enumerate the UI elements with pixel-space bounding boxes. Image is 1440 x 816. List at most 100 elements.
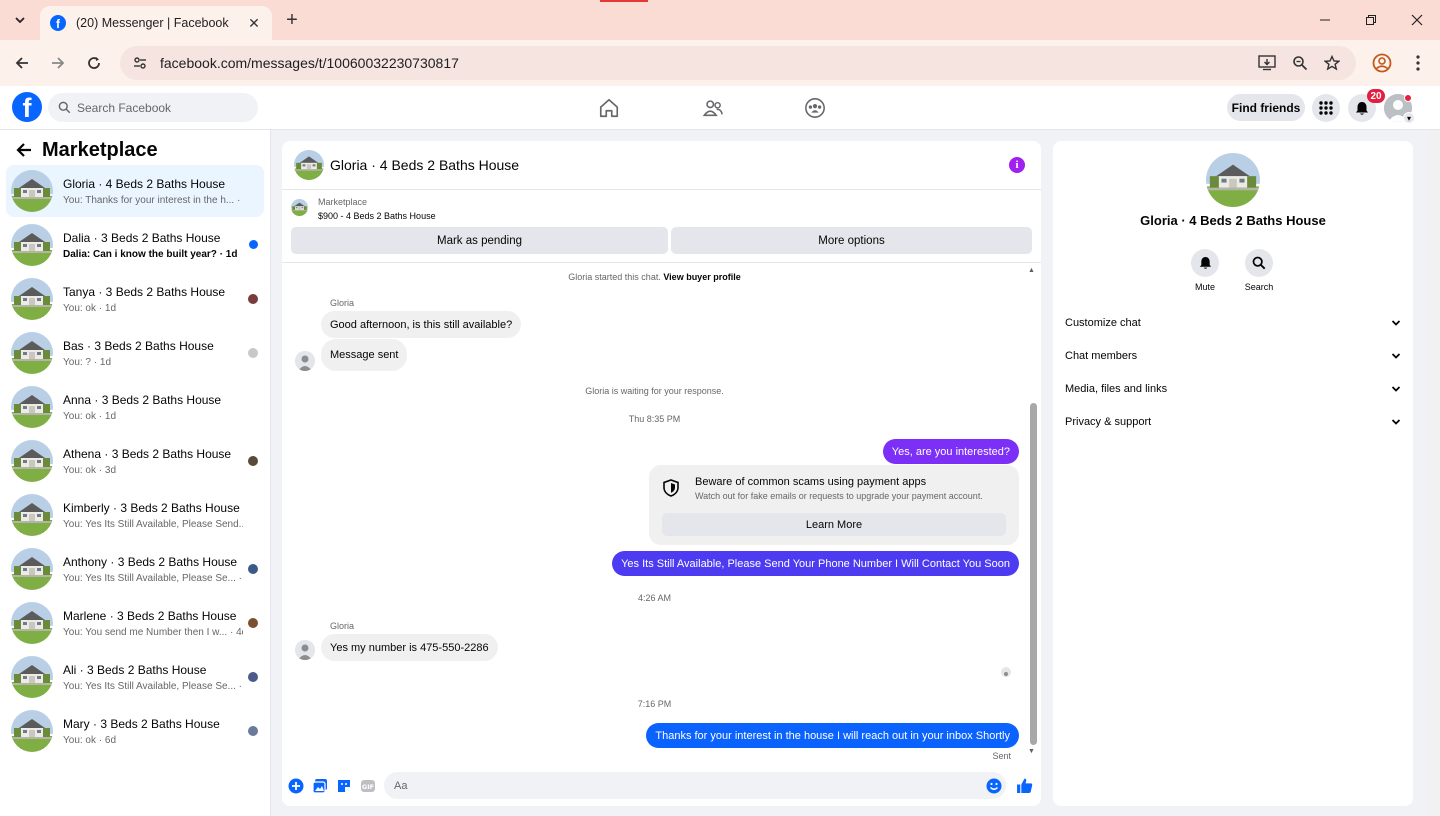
default-avatar-icon bbox=[295, 351, 315, 371]
add-actions-icon[interactable] bbox=[287, 777, 305, 795]
page-scrollbar[interactable] bbox=[1428, 130, 1440, 816]
close-icon[interactable]: ✕ bbox=[246, 15, 262, 31]
friends-nav-button[interactable] bbox=[699, 94, 727, 122]
info-icon[interactable]: i bbox=[1009, 157, 1025, 173]
install-app-icon[interactable] bbox=[1257, 53, 1277, 73]
new-tab-button[interactable]: + bbox=[282, 9, 302, 31]
outgoing-message[interactable]: Yes, are you interested? bbox=[882, 439, 1019, 464]
message-input[interactable] bbox=[384, 772, 1006, 799]
incoming-message[interactable]: Yes my number is 475-550-2286 bbox=[321, 634, 498, 661]
conversation-item[interactable]: Kimberly · 3 Beds 2 Baths House You: Yes … bbox=[6, 489, 264, 541]
conversation-item[interactable]: Gloria · 4 Beds 2 Baths House You: Thanks… bbox=[6, 165, 264, 217]
incoming-message[interactable]: Message sent bbox=[321, 339, 408, 371]
sidebar-header: Marketplace bbox=[12, 138, 158, 162]
conversation-avatar[interactable] bbox=[11, 710, 53, 752]
conversation-item[interactable]: Bas · 3 Beds 2 Baths House You: ? · 1d bbox=[6, 327, 264, 379]
groups-nav-button[interactable] bbox=[801, 94, 829, 122]
listing-thumbnail[interactable] bbox=[291, 199, 308, 216]
profile-avatar[interactable] bbox=[1206, 153, 1260, 207]
outgoing-message[interactable]: Yes Its Still Available, Please Send You… bbox=[612, 551, 1019, 576]
window-close-button[interactable] bbox=[1405, 8, 1429, 32]
conversation-avatar[interactable] bbox=[11, 386, 53, 428]
conversation-avatar[interactable] bbox=[11, 224, 53, 266]
url-text[interactable]: facebook.com/messages/t/1006003223073081… bbox=[160, 55, 459, 71]
scroll-up-arrow-icon[interactable]: ▲ bbox=[1028, 267, 1035, 274]
conversation-avatar[interactable] bbox=[11, 440, 53, 482]
chevron-down-icon[interactable]: ▾ bbox=[1403, 112, 1415, 124]
sticker-icon[interactable] bbox=[335, 777, 353, 795]
facebook-search[interactable] bbox=[48, 93, 258, 122]
gif-icon[interactable]: GIF bbox=[359, 777, 377, 795]
house-photo-icon bbox=[11, 224, 53, 266]
view-buyer-profile-link[interactable]: View buyer profile bbox=[663, 272, 740, 282]
restore-icon bbox=[1366, 15, 1376, 25]
forward-button[interactable] bbox=[45, 50, 71, 76]
browser-menu-button[interactable] bbox=[1406, 51, 1430, 75]
browser-profile-button[interactable] bbox=[1370, 51, 1394, 75]
conversation-preview: You: Yes Its Still Available, Please Sen… bbox=[63, 518, 243, 530]
conversation-item[interactable]: Athena · 3 Beds 2 Baths House You: ok · 3… bbox=[6, 435, 264, 487]
conversation-item[interactable]: Ali · 3 Beds 2 Baths House You: Yes Its S… bbox=[6, 651, 264, 703]
mute-label: Mute bbox=[1194, 282, 1215, 292]
tab-search-button[interactable] bbox=[7, 8, 33, 32]
menu-button[interactable] bbox=[1312, 94, 1340, 122]
chat-members-row[interactable]: Chat members bbox=[1065, 344, 1401, 368]
conversation-avatar[interactable] bbox=[11, 656, 53, 698]
home-nav-button[interactable] bbox=[595, 94, 623, 122]
learn-more-button[interactable]: Learn More bbox=[662, 513, 1006, 536]
bell-icon bbox=[1356, 101, 1368, 115]
customize-chat-row[interactable]: Customize chat bbox=[1065, 311, 1401, 335]
search-action[interactable]: Search bbox=[1239, 249, 1279, 292]
mark-as-pending-button[interactable]: Mark as pending bbox=[291, 227, 668, 254]
media-files-links-row[interactable]: Media, files and links bbox=[1065, 377, 1401, 401]
find-friends-button[interactable]: Find friends bbox=[1227, 94, 1305, 121]
conversation-item[interactable]: Marlene · 3 Beds 2 Baths House You: You s… bbox=[6, 597, 264, 649]
chat-title[interactable]: Gloria · 4 Beds 2 Baths House bbox=[330, 157, 519, 173]
profile-name: Gloria · 4 Beds 2 Baths House bbox=[1140, 213, 1326, 228]
seen-avatar bbox=[248, 726, 258, 736]
search-in-chat-button[interactable] bbox=[1245, 249, 1273, 277]
conversation-preview: You: ? · 1d bbox=[63, 356, 112, 368]
conversation-avatar[interactable] bbox=[11, 494, 53, 536]
default-avatar-icon bbox=[1001, 670, 1011, 677]
attach-photo-icon[interactable] bbox=[311, 777, 329, 795]
more-options-button[interactable]: More options bbox=[671, 227, 1032, 254]
minimize-button[interactable] bbox=[1313, 8, 1337, 32]
facebook-logo-icon[interactable]: f bbox=[12, 92, 42, 122]
reload-button[interactable] bbox=[81, 50, 107, 76]
house-photo-icon bbox=[11, 386, 53, 428]
search-input[interactable] bbox=[77, 100, 247, 115]
restore-button[interactable] bbox=[1359, 8, 1383, 32]
conversation-avatar[interactable] bbox=[11, 602, 53, 644]
conversation-avatar[interactable] bbox=[11, 278, 53, 320]
scroll-down-arrow-icon[interactable]: ▼ bbox=[1028, 748, 1035, 755]
conversation-item[interactable]: Anna · 3 Beds 2 Baths House You: ok · 1d bbox=[6, 381, 264, 433]
back-button[interactable] bbox=[9, 50, 35, 76]
conversation-item[interactable]: Anthony · 3 Beds 2 Baths House You: Yes I… bbox=[6, 543, 264, 595]
bookmark-star-icon[interactable] bbox=[1322, 53, 1342, 73]
like-thumbs-up-icon[interactable] bbox=[1015, 776, 1033, 794]
browser-tab-active[interactable]: f (20) Messenger | Facebook ✕ bbox=[40, 6, 272, 40]
outgoing-message[interactable]: Thanks for your interest in the house I … bbox=[646, 723, 1019, 748]
conversation-item[interactable]: Tanya · 3 Beds 2 Baths House You: ok · 1d bbox=[6, 273, 264, 325]
back-arrow-icon[interactable] bbox=[12, 138, 36, 162]
listing-price[interactable]: $900 - 4 Beds 2 Baths House bbox=[318, 211, 436, 221]
emoji-icon[interactable] bbox=[985, 777, 1003, 795]
sidebar-title: Marketplace bbox=[42, 138, 158, 161]
conversation-avatar[interactable] bbox=[11, 548, 53, 590]
mute-action[interactable]: Mute bbox=[1185, 249, 1225, 292]
zoom-icon[interactable] bbox=[1290, 53, 1310, 73]
conversation-item[interactable]: Dalia · 3 Beds 2 Baths House Dalia: Can i… bbox=[6, 219, 264, 271]
incoming-message[interactable]: Good afternoon, is this still available? bbox=[321, 311, 522, 338]
chat-scroll-thumb[interactable] bbox=[1030, 403, 1037, 745]
scam-warning-title: Beware of common scams using payment app… bbox=[695, 476, 927, 488]
address-bar[interactable]: facebook.com/messages/t/1006003223073081… bbox=[120, 46, 1356, 80]
chat-avatar[interactable] bbox=[294, 150, 324, 180]
sender-avatar[interactable] bbox=[295, 640, 315, 660]
privacy-support-row[interactable]: Privacy & support bbox=[1065, 410, 1401, 434]
conversation-item[interactable]: Mary · 3 Beds 2 Baths House You: ok · 6d bbox=[6, 705, 264, 757]
sender-avatar[interactable] bbox=[295, 351, 315, 371]
conversation-avatar[interactable] bbox=[11, 170, 53, 212]
conversation-avatar[interactable] bbox=[11, 332, 53, 374]
mute-button[interactable] bbox=[1191, 249, 1219, 277]
